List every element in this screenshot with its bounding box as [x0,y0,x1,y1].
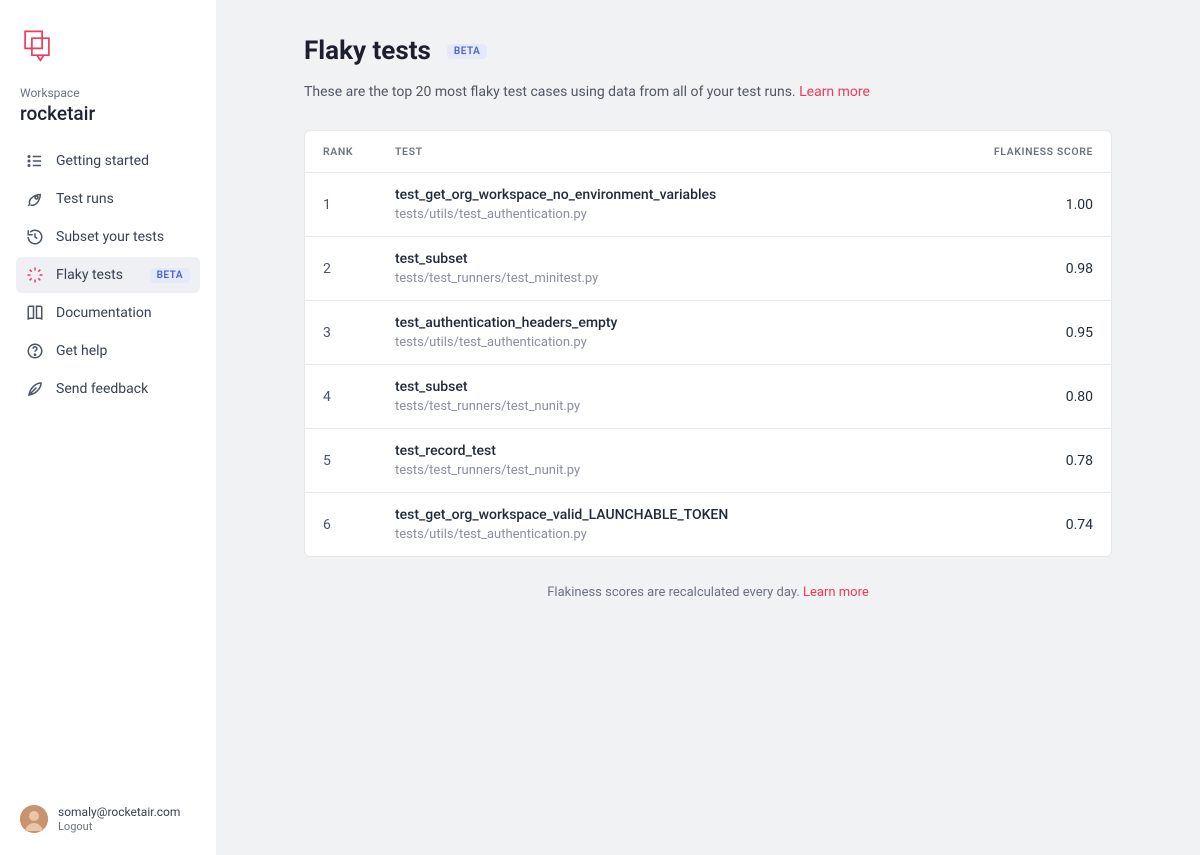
sidebar-item-label: Send feedback [56,381,190,397]
sidebar-item-flaky-tests[interactable]: Flaky tests BETA [16,257,200,293]
page-title: Flaky tests [304,36,431,66]
sidebar: Workspace rocketair Getting started Test… [0,0,216,855]
table-row[interactable]: 1 test_get_org_workspace_no_environment_… [305,173,1111,237]
book-icon [26,304,44,322]
test-cell: test_get_org_workspace_valid_LAUNCHABLE_… [395,507,953,542]
score-cell: 1.00 [953,197,1093,213]
test-name: test_subset [395,251,953,267]
score-cell: 0.80 [953,389,1093,405]
test-name: test_get_org_workspace_no_environment_va… [395,187,953,203]
test-path: tests/test_runners/test_minitest.py [395,271,953,286]
title-beta-badge: BETA [447,44,487,59]
footnote-learn-more-link[interactable]: Learn more [803,585,869,600]
table-row[interactable]: 6 test_get_org_workspace_valid_LAUNCHABL… [305,493,1111,556]
logo-icon [20,28,54,62]
table-row[interactable]: 5 test_record_test tests/test_runners/te… [305,429,1111,493]
workspace-label: Workspace [16,86,200,100]
sidebar-item-label: Flaky tests [56,267,132,283]
test-cell: test_subset tests/test_runners/test_nuni… [395,379,953,414]
learn-more-link[interactable]: Learn more [799,84,870,100]
sidebar-item-label: Subset your tests [56,229,190,245]
sidebar-item-label: Documentation [56,305,190,321]
test-name: test_authentication_headers_empty [395,315,953,331]
sidebar-item-label: Getting started [56,153,190,169]
sidebar-item-label: Test runs [56,191,190,207]
table-row[interactable]: 3 test_authentication_headers_empty test… [305,301,1111,365]
logo[interactable] [16,24,200,86]
feather-icon [26,380,44,398]
sidebar-item-subset-tests[interactable]: Subset your tests [16,219,200,255]
help-icon [26,342,44,360]
col-score: Flakiness score [953,145,1093,158]
test-path: tests/utils/test_authentication.py [395,335,953,350]
sidebar-item-send-feedback[interactable]: Send feedback [16,371,200,407]
spark-icon [26,266,44,284]
rocket-icon [26,190,44,208]
rank-cell: 2 [323,261,395,277]
table-row[interactable]: 2 test_subset tests/test_runners/test_mi… [305,237,1111,301]
footnote-text: Flakiness scores are recalculated every … [547,585,800,600]
col-test: Test [395,145,953,158]
avatar-icon [20,805,48,833]
test-path: tests/utils/test_authentication.py [395,207,953,222]
sidebar-item-test-runs[interactable]: Test runs [16,181,200,217]
sidebar-item-documentation[interactable]: Documentation [16,295,200,331]
footnote: Flakiness scores are recalculated every … [304,585,1112,600]
workspace-name[interactable]: rocketair [16,100,200,143]
user-email: somaly@rocketair.com [58,805,180,819]
score-cell: 0.95 [953,325,1093,341]
test-path: tests/test_runners/test_nunit.py [395,399,953,414]
test-cell: test_get_org_workspace_no_environment_va… [395,187,953,222]
test-cell: test_authentication_headers_empty tests/… [395,315,953,350]
test-name: test_get_org_workspace_valid_LAUNCHABLE_… [395,507,953,523]
rank-cell: 3 [323,325,395,341]
table-row[interactable]: 4 test_subset tests/test_runners/test_nu… [305,365,1111,429]
clock-back-icon [26,228,44,246]
score-cell: 0.98 [953,261,1093,277]
rank-cell: 5 [323,453,395,469]
main-content: Flaky tests BETA These are the top 20 mo… [216,0,1200,855]
test-cell: test_record_test tests/test_runners/test… [395,443,953,478]
sidebar-item-label: Get help [56,343,190,359]
sidebar-item-get-help[interactable]: Get help [16,333,200,369]
rank-cell: 6 [323,517,395,533]
avatar[interactable] [20,805,48,833]
page-title-row: Flaky tests BETA [304,36,1112,66]
description-text: These are the top 20 most flaky test cas… [304,84,796,100]
score-cell: 0.74 [953,517,1093,533]
sidebar-footer: somaly@rocketair.com Logout [16,799,200,839]
logout-link[interactable]: Logout [58,820,180,833]
col-rank: Rank [323,145,395,158]
rank-cell: 4 [323,389,395,405]
list-icon [26,152,44,170]
test-name: test_record_test [395,443,953,459]
nav: Getting started Test runs Subset your te… [16,143,200,407]
test-path: tests/utils/test_authentication.py [395,527,953,542]
test-name: test_subset [395,379,953,395]
sidebar-item-getting-started[interactable]: Getting started [16,143,200,179]
rank-cell: 1 [323,197,395,213]
table-header: Rank Test Flakiness score [305,131,1111,173]
beta-badge: BETA [150,268,190,283]
user-info: somaly@rocketair.com Logout [58,805,180,833]
test-path: tests/test_runners/test_nunit.py [395,463,953,478]
page-description: These are the top 20 most flaky test cas… [304,84,1112,100]
flaky-tests-table: Rank Test Flakiness score 1 test_get_org… [304,130,1112,557]
score-cell: 0.78 [953,453,1093,469]
test-cell: test_subset tests/test_runners/test_mini… [395,251,953,286]
